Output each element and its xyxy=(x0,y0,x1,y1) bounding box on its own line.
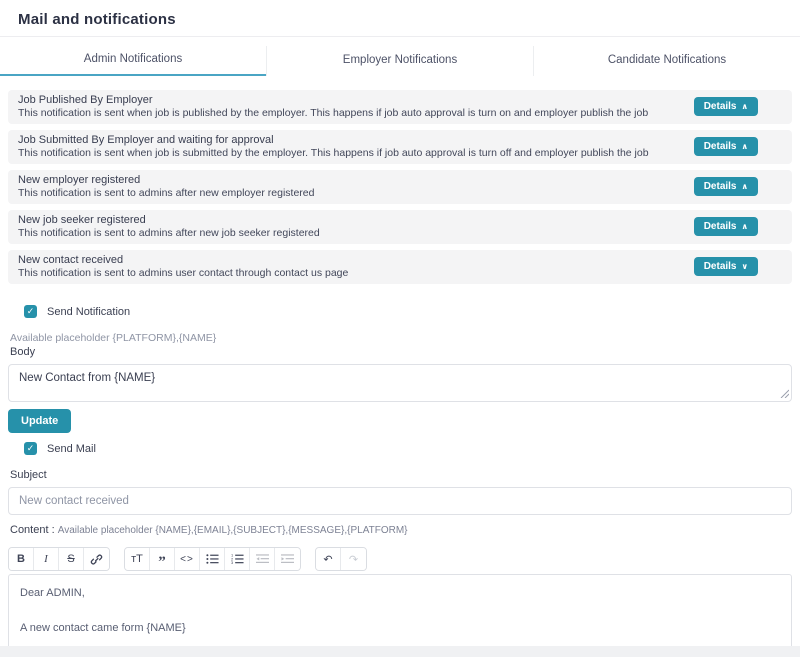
notification-title: Job Submitted By Employer and waiting fo… xyxy=(18,134,274,146)
italic-button[interactable]: I xyxy=(34,548,59,570)
send-notification-checkbox[interactable] xyxy=(24,305,37,318)
chevron-up-icon: ∧ xyxy=(741,102,749,111)
strikethrough-button[interactable]: S xyxy=(59,548,84,570)
available-placeholder-hint: Available placeholder {PLATFORM},{NAME} xyxy=(10,332,217,344)
page-header: Mail and notifications xyxy=(0,0,800,37)
outdent-icon xyxy=(255,554,269,563)
notification-tabs: Admin Notifications Employer Notificatio… xyxy=(0,46,800,76)
svg-text:3: 3 xyxy=(231,560,233,565)
outdent-button[interactable] xyxy=(250,548,275,570)
notification-text: New contact received This notification i… xyxy=(18,254,348,279)
details-button[interactable]: Details ∧ xyxy=(693,137,758,156)
details-button-label: Details xyxy=(703,261,737,272)
link-icon xyxy=(90,554,103,564)
undo-button[interactable]: ↶ xyxy=(316,548,341,570)
subject-label: Subject xyxy=(10,469,47,481)
mail-content-editor[interactable]: Dear ADMIN, A new contact came form {NAM… xyxy=(8,574,792,657)
tab-employer-notifications[interactable]: Employer Notifications xyxy=(266,46,533,76)
send-notification-label: Send Notification xyxy=(47,305,131,318)
chevron-up-icon: ∧ xyxy=(741,142,749,151)
notification-title: New employer registered xyxy=(18,174,141,186)
content-hint-rest: Available placeholder {NAME},{EMAIL},{SU… xyxy=(57,525,408,536)
notification-row-new-contact: New contact received This notification i… xyxy=(8,250,792,284)
notification-row-job-submitted: Job Submitted By Employer and waiting fo… xyxy=(8,130,792,164)
notification-list: Job Published By Employer This notificat… xyxy=(0,76,800,290)
chevron-down-icon: ∨ xyxy=(741,262,749,271)
chevron-up-icon: ∧ xyxy=(741,182,749,191)
send-mail-row: Send Mail xyxy=(24,442,800,455)
notification-description: This notification is sent to admins afte… xyxy=(18,187,315,199)
details-button[interactable]: Details ∨ xyxy=(693,257,758,276)
indent-button[interactable] xyxy=(275,548,300,570)
toolbar-history-group: ↶ ↷ xyxy=(315,547,367,571)
mail-section: Subject Content : Available placeholder … xyxy=(0,455,800,657)
details-button-label: Details xyxy=(703,141,737,152)
notification-description: This notification is sent when job is su… xyxy=(18,147,649,159)
body-input[interactable]: New Contact from {NAME} xyxy=(8,364,792,402)
notification-text: Job Submitted By Employer and waiting fo… xyxy=(18,134,649,159)
notification-description: This notification is sent to admins user… xyxy=(18,267,349,279)
link-button[interactable] xyxy=(84,548,109,570)
notification-title: New contact received xyxy=(18,254,124,266)
code-button[interactable]: <> xyxy=(175,548,200,570)
details-button-label: Details xyxy=(703,181,737,192)
undo-icon: ↶ xyxy=(323,553,333,566)
update-notification-button[interactable]: Update xyxy=(8,409,72,433)
send-mail-checkbox[interactable] xyxy=(24,442,37,455)
details-button[interactable]: Details ∧ xyxy=(693,97,758,116)
send-mail-label: Send Mail xyxy=(47,442,96,455)
editor-toolbar: B I S тT ” <> 1 2 3 ↶ ↷ xyxy=(8,547,792,571)
notification-description: This notification is sent when job is pu… xyxy=(18,107,649,119)
details-button[interactable]: Details ∧ xyxy=(693,177,758,196)
footer-strip xyxy=(0,646,800,657)
details-button[interactable]: Details ∧ xyxy=(693,217,758,236)
send-notification-row: Send Notification xyxy=(24,305,800,318)
blockquote-button[interactable]: ” xyxy=(150,548,175,570)
bullet-list-button[interactable] xyxy=(200,548,225,570)
details-button-label: Details xyxy=(703,221,737,232)
content-placeholder-hint: Content : Available placeholder {NAME},{… xyxy=(8,524,792,536)
content-hint-prefix: Content : xyxy=(10,524,55,536)
page-title: Mail and notifications xyxy=(18,11,176,28)
notification-text: New job seeker registered This notificat… xyxy=(18,214,320,239)
notification-description: This notification is sent to admins afte… xyxy=(18,227,320,239)
chevron-up-icon: ∧ xyxy=(741,222,749,231)
body-label: Body xyxy=(10,346,36,358)
notification-text: New employer registered This notificatio… xyxy=(18,174,314,199)
tab-admin-notifications[interactable]: Admin Notifications xyxy=(0,46,266,76)
notification-row-new-employer: New employer registered This notificatio… xyxy=(8,170,792,204)
details-button-label: Details xyxy=(703,101,737,112)
bullet-list-icon xyxy=(205,554,219,564)
notification-row-job-published: Job Published By Employer This notificat… xyxy=(8,90,792,124)
font-size-button[interactable]: тT xyxy=(125,548,150,570)
ordered-list-icon: 1 2 3 xyxy=(231,553,244,565)
notification-title: New job seeker registered xyxy=(18,214,146,226)
notification-text: Job Published By Employer This notificat… xyxy=(18,94,648,119)
redo-icon: ↷ xyxy=(348,553,359,566)
toolbar-format-group: B I S xyxy=(8,547,110,571)
ordered-list-button[interactable]: 1 2 3 xyxy=(225,548,250,570)
body-field-wrap: New Contact from {NAME} xyxy=(8,364,792,402)
notification-body-section: Available placeholder {PLATFORM},{NAME} … xyxy=(0,318,800,433)
mail-notifications-page: Mail and notifications Admin Notificatio… xyxy=(0,0,800,657)
tab-candidate-notifications[interactable]: Candidate Notifications xyxy=(533,46,800,76)
redo-button[interactable]: ↷ xyxy=(341,548,366,570)
notification-title: Job Published By Employer xyxy=(18,94,153,106)
notification-row-new-jobseeker: New job seeker registered This notificat… xyxy=(8,210,792,244)
subject-input[interactable] xyxy=(8,487,792,515)
toolbar-block-group: тT ” <> 1 2 3 xyxy=(124,547,301,571)
bold-button[interactable]: B xyxy=(9,548,34,570)
indent-icon xyxy=(281,554,294,563)
